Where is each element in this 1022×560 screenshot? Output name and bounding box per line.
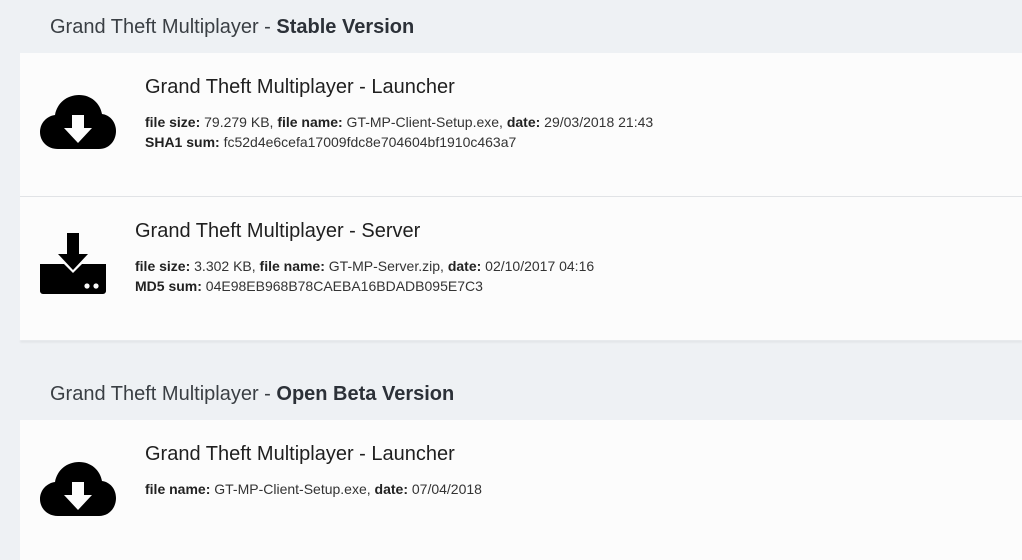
section-title-strong: Open Beta Version <box>276 383 455 405</box>
name-value: GT-MP-Client-Setup.exe, <box>210 481 375 497</box>
section-title-strong: Stable Version <box>276 16 415 38</box>
size-label: file size: <box>135 258 191 274</box>
date-label: date: <box>506 114 541 130</box>
name-label: file name: <box>259 258 325 274</box>
section-title-stable: Grand Theft Multiplayer - Stable Version <box>50 16 414 39</box>
stable-card-bottom-edge <box>20 339 1022 340</box>
server-download-icon[interactable] <box>40 233 106 294</box>
sum-value: fc52d4e6cefa17009fdc8e704604bf1910c463a7 <box>219 134 517 150</box>
section-title-prefix: Grand Theft Multiplayer - <box>50 383 277 405</box>
section-title-open-beta: Grand Theft Multiplayer - Open Beta Vers… <box>50 383 454 406</box>
name-value: GT-MP-Server.zip, <box>324 258 448 274</box>
date-label: date: <box>447 258 482 274</box>
download-title[interactable]: Grand Theft Multiplayer - Launcher <box>145 76 455 99</box>
size-label: file size: <box>145 114 201 130</box>
cloud-download-icon[interactable] <box>40 93 116 151</box>
download-title[interactable]: Grand Theft Multiplayer - Server <box>135 220 420 243</box>
checksum-line: MD5 sum: 04E98EB968B78CAEBA16BDADB095E7C… <box>135 276 483 296</box>
date-label: date: <box>374 481 408 497</box>
download-title[interactable]: Grand Theft Multiplayer - Launcher <box>145 443 455 466</box>
name-label: file name: <box>277 114 343 130</box>
file-meta-line: file size: 79.279 KB, file name: GT-MP-C… <box>145 112 653 132</box>
name-label: file name: <box>145 481 211 497</box>
name-value: GT-MP-Client-Setup.exe, <box>342 114 507 130</box>
sum-value: 04E98EB968B78CAEBA16BDADB095E7C3 <box>201 278 483 294</box>
item-divider <box>20 196 1022 197</box>
cloud-download-icon[interactable] <box>40 460 116 518</box>
file-meta-line: file name: GT-MP-Client-Setup.exe, date:… <box>145 479 482 499</box>
date-value: 02/10/2017 04:16 <box>481 258 595 274</box>
checksum-line: SHA1 sum: fc52d4e6cefa17009fdc8e704604bf… <box>145 132 516 152</box>
size-value: 79.279 KB, <box>200 114 278 130</box>
date-value: 07/04/2018 <box>407 481 482 497</box>
date-value: 29/03/2018 21:43 <box>540 114 654 130</box>
sum-label: SHA1 sum: <box>145 134 220 150</box>
section-title-prefix: Grand Theft Multiplayer - <box>50 16 277 38</box>
sum-label: MD5 sum: <box>135 278 202 294</box>
file-meta-line: file size: 3.302 KB, file name: GT-MP-Se… <box>135 256 594 276</box>
size-value: 3.302 KB, <box>190 258 260 274</box>
